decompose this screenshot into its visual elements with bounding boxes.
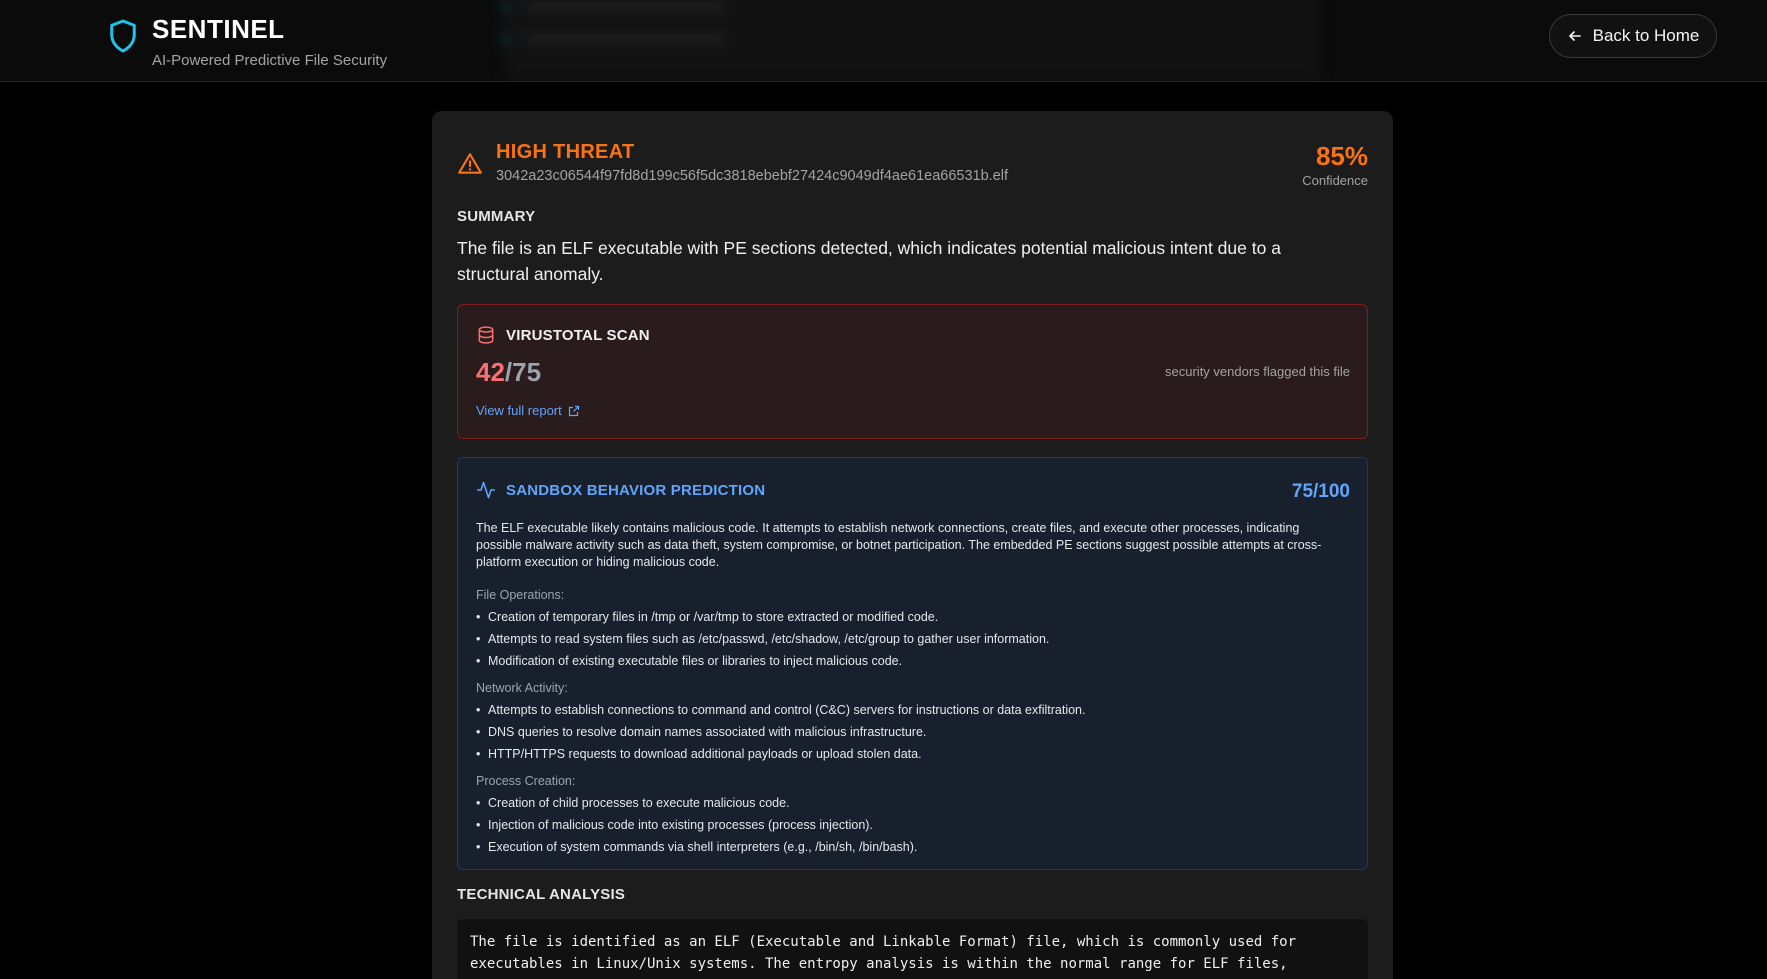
external-link-icon bbox=[568, 405, 579, 416]
arrow-left-icon bbox=[1568, 31, 1581, 41]
app-subtitle: AI-Powered Predictive File Security bbox=[152, 52, 388, 69]
list-item: • Execution of system commands via shell … bbox=[476, 840, 918, 854]
threat-header: HIGH THREAT 3042a23c06544f97fd8d199c56f5… bbox=[457, 141, 1368, 191]
brand: SENTINEL AI-Powered Predictive File Secu… bbox=[108, 14, 387, 69]
sandbox-description: The ELF executable likely contains malic… bbox=[476, 521, 1322, 569]
category-file-operations: File Operations: • Creation of temporary … bbox=[476, 584, 1346, 672]
view-full-report-link[interactable]: View full report bbox=[476, 403, 580, 418]
sandbox-title: SANDBOX BEHAVIOR PREDICTION bbox=[506, 481, 766, 499]
shield-icon bbox=[110, 19, 136, 53]
category-title: File Operations: bbox=[476, 588, 565, 602]
summary-label: SUMMARY bbox=[457, 208, 536, 225]
sandbox-panel: SANDBOX BEHAVIOR PREDICTION 75/100 The E… bbox=[457, 457, 1368, 870]
list-item: • Attempts to read system files such as /… bbox=[476, 632, 1050, 646]
virustotal-title: VIRUSTOTAL SCAN bbox=[506, 326, 650, 344]
list-item: • Creation of child processes to execute … bbox=[476, 796, 790, 810]
file-name: 3042a23c06544f97fd8d199c56f5dc3818ebebf2… bbox=[496, 168, 1009, 184]
list-item: • Creation of temporary files in /tmp or … bbox=[476, 610, 939, 624]
category-process-creation: Process Creation: • Creation of child pro… bbox=[476, 770, 1346, 858]
behavior-categories: File Operations: • Creation of temporary … bbox=[476, 584, 1346, 863]
confidence-value: 85% bbox=[1315, 141, 1368, 171]
database-icon bbox=[478, 326, 494, 344]
flagged-count: 42 bbox=[476, 357, 505, 387]
warning-icon bbox=[458, 153, 482, 174]
list-item: • DNS queries to resolve domain names ass… bbox=[476, 725, 927, 739]
virustotal-panel: VIRUSTOTAL SCAN 42/75 security vendors f… bbox=[457, 304, 1368, 439]
list-item: • Attempts to establish connections to co… bbox=[476, 703, 1086, 717]
analysis-card: HIGH THREAT 3042a23c06544f97fd8d199c56f5… bbox=[432, 111, 1393, 979]
sandbox-score: 75/100 bbox=[1291, 481, 1350, 502]
activity-icon bbox=[476, 481, 496, 499]
threat-level: HIGH THREAT bbox=[496, 141, 635, 163]
category-title: Process Creation: bbox=[476, 774, 576, 788]
view-report-label: View full report bbox=[476, 403, 562, 418]
vendor-total: /75 bbox=[504, 357, 542, 387]
app-header: SENTINEL AI-Powered Predictive File Secu… bbox=[0, 0, 1767, 82]
list-item: • HTTP/HTTPS requests to download additio… bbox=[476, 747, 922, 761]
background-blur-overlay bbox=[499, 0, 1320, 80]
category-network-activity: Network Activity: • Attempts to establish… bbox=[476, 677, 1346, 765]
app-title: SENTINEL bbox=[152, 14, 285, 44]
technical-analysis-text: The file is identified as an ELF (Execut… bbox=[470, 934, 1297, 972]
category-title: Network Activity: bbox=[476, 681, 568, 695]
confidence-label: Confidence bbox=[1302, 173, 1368, 188]
technical-analysis-box: The file is identified as an ELF (Execut… bbox=[457, 919, 1368, 979]
list-item: • Modification of existing executable fil… bbox=[476, 654, 903, 668]
list-item: • Injection of malicious code into existi… bbox=[476, 818, 873, 832]
back-to-home-button[interactable]: Back to Home bbox=[1549, 14, 1717, 58]
confidence: 85% Confidence bbox=[1302, 141, 1368, 188]
virustotal-note: security vendors flagged this file bbox=[1165, 364, 1350, 379]
back-button-label: Back to Home bbox=[1592, 26, 1700, 45]
technical-analysis-label: TECHNICAL ANALYSIS bbox=[457, 886, 626, 903]
summary-text: The file is an ELF executable with PE se… bbox=[457, 238, 1281, 284]
virustotal-score: 42/75 bbox=[476, 357, 541, 388]
